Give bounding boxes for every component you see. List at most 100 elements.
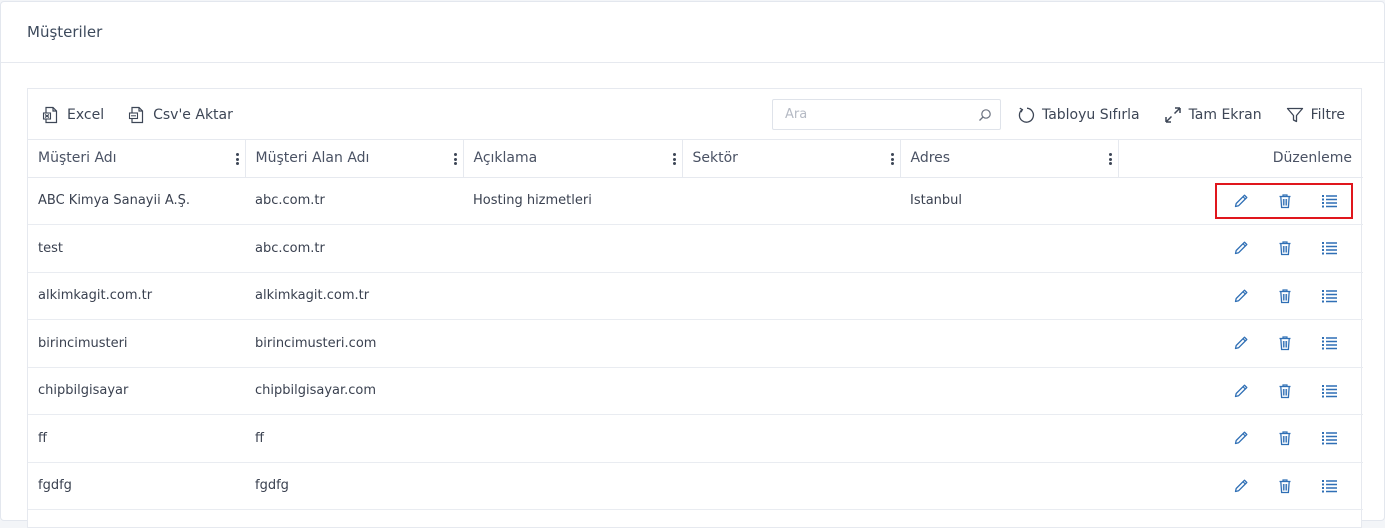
edit-button[interactable] [1219,423,1263,453]
expand-icon [1164,106,1181,123]
details-button[interactable] [1307,328,1351,358]
edit-button[interactable] [1219,233,1263,263]
column-header-customer-name[interactable]: Müşteri Adı [28,140,246,178]
filter-label: Filtre [1310,106,1345,123]
cell-description [463,462,682,510]
delete-button[interactable] [1263,423,1307,453]
column-menu-icon[interactable] [1108,153,1112,165]
search-input[interactable] [782,106,963,123]
search-icon[interactable] [978,108,992,122]
edit-button[interactable] [1219,328,1263,358]
table-row[interactable]: ABC Kimya Sanayii A.Ş. abc.com.tr Hostin… [28,177,1363,225]
edit-button[interactable] [1219,281,1263,311]
table-row[interactable]: birincimusteri birincimusteri.com [28,319,1363,368]
customers-card: Müşteriler Excel Csv'e Aktar Ara Tabloyu… [0,1,1385,528]
fullscreen-label: Tam Ekran [1188,106,1262,123]
column-menu-icon[interactable] [890,153,894,165]
delete-button[interactable] [1263,376,1307,406]
fullscreen-button[interactable]: Tam Ekran [1164,106,1262,124]
column-header-address[interactable]: Adres [900,140,1119,178]
cell-customer-name: birincimusteri [28,319,245,368]
row-actions [1128,328,1353,358]
cell-domain: abc.com.tr [245,224,463,273]
details-button[interactable] [1307,281,1351,311]
cell-actions [1118,224,1363,273]
csv-label: Csv'e Aktar [153,106,233,123]
filter-button[interactable]: Filtre [1286,106,1345,124]
csv-file-icon [129,106,144,123]
trash-icon [1279,336,1291,351]
refresh-icon [1018,107,1035,123]
edit-button[interactable] [1219,471,1263,501]
delete-button[interactable] [1263,471,1307,501]
delete-button[interactable] [1263,186,1307,216]
excel-file-icon [42,106,58,123]
trash-icon [1279,241,1291,256]
details-button[interactable] [1307,233,1351,263]
cell-address: Istanbul [900,177,1118,225]
cell-description [463,272,682,320]
details-button[interactable] [1307,423,1351,453]
edit-button[interactable] [1219,186,1263,216]
excel-export-button[interactable]: Excel [42,106,104,124]
customers-grid: Excel Csv'e Aktar Ara Tabloyu Sıfırla Ta… [27,88,1363,528]
card-header: Müşteriler [1,2,1384,63]
column-menu-icon[interactable] [672,153,676,165]
list-icon [1321,242,1337,255]
cell-address [900,224,1118,273]
list-icon [1321,289,1337,303]
column-header-domain[interactable]: Müşteri Alan Adı [245,140,464,178]
cell-actions [1118,319,1363,368]
column-menu-icon[interactable] [453,153,457,165]
details-button[interactable] [1307,376,1351,406]
column-header-description[interactable]: Açıklama [463,140,683,178]
cell-domain: fgdfg [245,462,463,510]
trash-icon [1279,384,1291,398]
cell-address [900,319,1118,368]
column-header-sector[interactable]: Sektör [682,140,901,178]
cell-customer-name: fgdfg [28,462,245,510]
cell-actions [1118,462,1363,510]
table-header-row: Müşteri Adı Müşteri Alan Adı Açıklama Se… [28,140,1363,178]
details-button[interactable] [1307,186,1351,216]
list-icon [1321,194,1337,208]
row-actions [1215,182,1353,219]
table-row[interactable]: chipbilgisayar chipbilgisayar.com [28,367,1363,415]
customers-table: Müşteri Adı Müşteri Alan Adı Açıklama Se… [28,140,1363,510]
table-row[interactable]: test abc.com.tr [28,224,1363,273]
delete-button[interactable] [1263,233,1307,263]
filter-icon [1286,107,1303,122]
reset-label: Tabloyu Sıfırla [1041,106,1140,123]
cell-sector [682,367,900,415]
cell-customer-name: test [28,224,245,273]
cell-address [900,462,1118,510]
cell-sector [682,414,900,463]
cell-actions [1118,367,1363,415]
cell-customer-name: alkimkagit.com.tr [28,272,245,320]
edit-button[interactable] [1219,376,1263,406]
pencil-icon [1234,241,1248,255]
pencil-icon [1234,289,1248,302]
column-menu-icon[interactable] [235,153,239,165]
cell-customer-name: ff [28,414,245,463]
cell-actions [1118,272,1363,320]
reset-table-button[interactable]: Tabloyu Sıfırla [1017,106,1140,124]
cell-sector [682,224,900,273]
cell-sector [682,272,900,320]
row-actions [1128,376,1353,406]
list-icon [1321,432,1337,445]
table-row[interactable]: alkimkagit.com.tr alkimkagit.com.tr [28,272,1363,320]
cell-domain: alkimkagit.com.tr [245,272,463,320]
list-icon [1321,479,1337,493]
cell-address [900,272,1118,320]
delete-button[interactable] [1263,328,1307,358]
delete-button[interactable] [1263,281,1307,311]
table-row[interactable]: fgdfg fgdfg [28,462,1363,510]
row-actions [1128,423,1353,453]
csv-export-button[interactable]: Csv'e Aktar [128,106,233,124]
trash-icon [1279,194,1291,208]
row-actions [1128,281,1353,311]
details-button[interactable] [1307,471,1351,501]
table-row[interactable]: ff ff [28,414,1363,463]
pencil-icon [1234,384,1248,397]
